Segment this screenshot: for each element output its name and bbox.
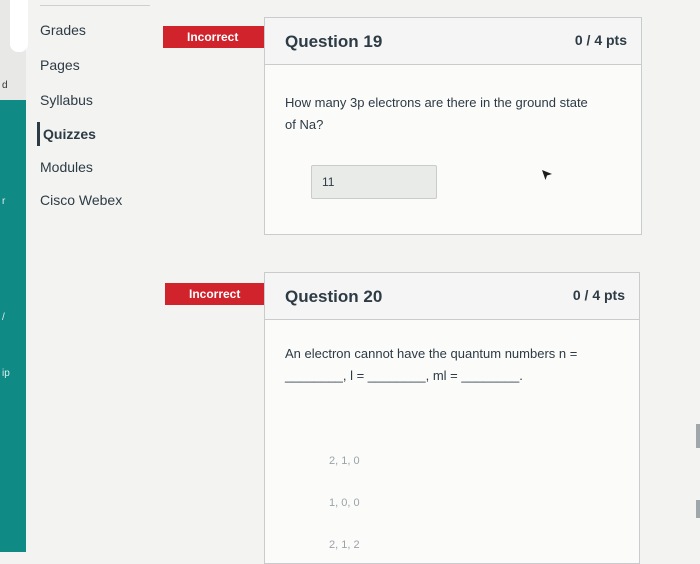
question-card: Question 19 0 / 4 pts How many 3p electr…	[264, 17, 642, 235]
question-text-line: ________, l = ________, ml = ________.	[285, 368, 523, 383]
question-text: An electron cannot have the quantum numb…	[285, 343, 577, 387]
nav-item-quizzes[interactable]: Quizzes	[37, 122, 96, 146]
edge-marks	[696, 424, 700, 518]
rail-label: ip	[2, 368, 10, 379]
question-title: Question 20	[285, 287, 383, 306]
right-edge-strip	[686, 0, 700, 552]
question-text-line: An electron cannot have the quantum numb…	[285, 346, 578, 361]
nav-item-syllabus[interactable]: Syllabus	[40, 92, 93, 108]
nav-divider	[40, 0, 150, 6]
rail-label: /	[2, 312, 5, 323]
question-text-line: of Na?	[285, 117, 324, 132]
question-text-line: How many 3p electrons are there in the g…	[285, 95, 588, 110]
rail-logo[interactable]	[10, 0, 28, 52]
nav-item-grades[interactable]: Grades	[40, 22, 86, 38]
rail-label: r	[2, 196, 6, 207]
mouse-pointer-icon	[542, 170, 552, 180]
question-title: Question 19	[285, 32, 383, 51]
question-header: Question 19 0 / 4 pts	[265, 18, 641, 65]
question-header: Question 20 0 / 4 pts	[265, 273, 639, 320]
nav-item-modules[interactable]: Modules	[40, 159, 93, 175]
answer-choice[interactable]: 2, 1, 0	[329, 455, 360, 467]
question-points: 0 / 4 pts	[574, 32, 627, 48]
answer-choice[interactable]: 2, 1, 2	[329, 539, 360, 551]
rail-label: d	[2, 80, 8, 91]
question-points: 0 / 4 pts	[572, 287, 625, 303]
answer-field: 11	[311, 165, 437, 199]
answer-value: 11	[322, 175, 335, 189]
nav-item-cisco-webex[interactable]: Cisco Webex	[40, 192, 122, 208]
question-text: How many 3p electrons are there in the g…	[285, 92, 588, 136]
nav-item-pages[interactable]: Pages	[40, 57, 80, 73]
question-card: Question 20 0 / 4 pts An electron cannot…	[264, 272, 640, 564]
answer-choice[interactable]: 1, 0, 0	[329, 497, 360, 509]
